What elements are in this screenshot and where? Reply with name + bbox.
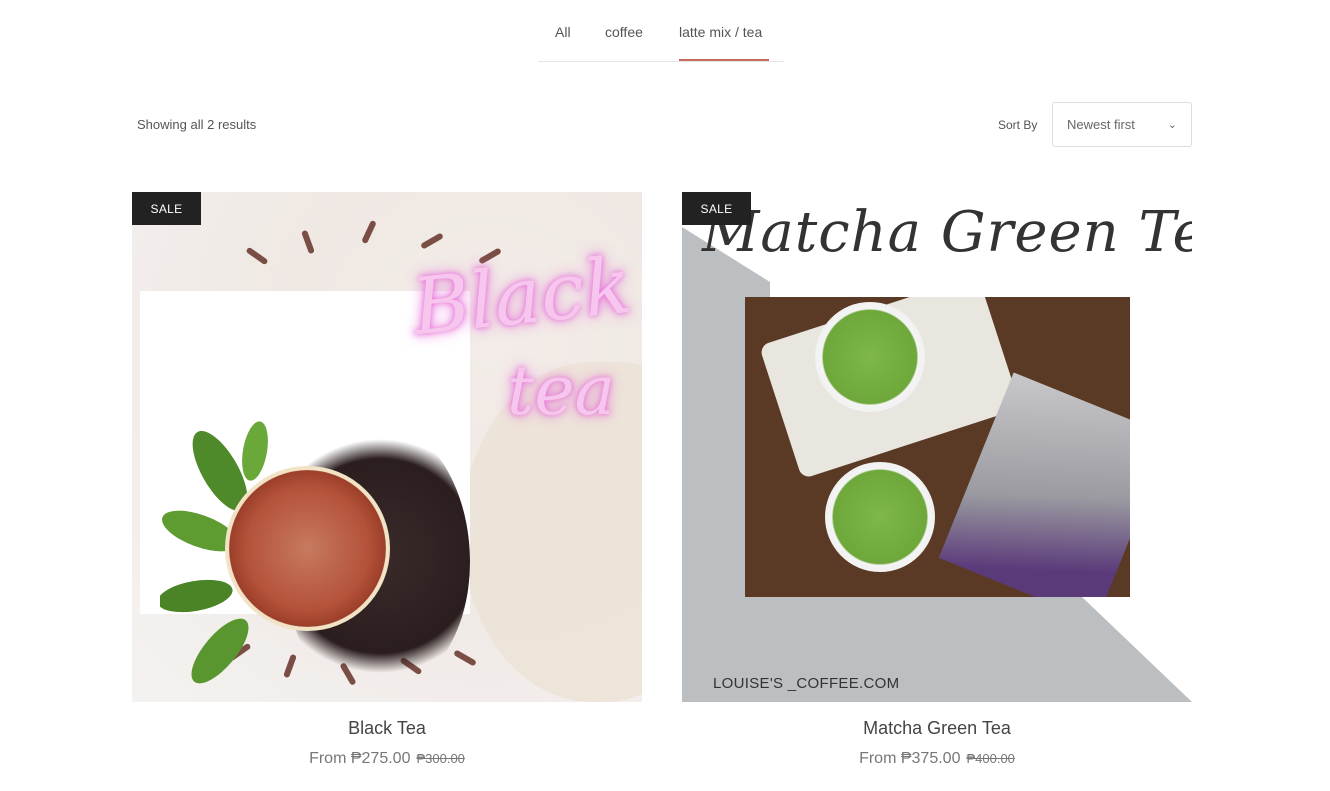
current-price: From ₱275.00 bbox=[309, 750, 411, 767]
results-count: Showing all 2 results bbox=[137, 117, 257, 132]
current-price: From ₱375.00 bbox=[859, 750, 961, 767]
product-name[interactable]: Matcha Green Tea bbox=[682, 718, 1192, 739]
sort-selected-value: Newest first bbox=[1067, 117, 1135, 132]
tab-latte-mix-tea[interactable]: latte mix / tea bbox=[679, 24, 762, 40]
sort-select[interactable]: Newest first ⌄ bbox=[1052, 102, 1192, 147]
matcha-photo bbox=[745, 297, 1130, 597]
product-card: Matcha Green Tea LOUISE'S _COFFEE.COM SA… bbox=[682, 192, 1192, 768]
image-overlay-text: Matcha Green Tea bbox=[702, 200, 1192, 265]
matcha-cup bbox=[815, 302, 925, 412]
sale-badge: SALE bbox=[682, 192, 751, 225]
original-price: ₱400.00 bbox=[966, 751, 1015, 766]
chevron-down-icon: ⌄ bbox=[1167, 119, 1177, 131]
product-card: Black tea SALE Black Tea From ₱275.00 ₱30… bbox=[132, 192, 642, 768]
active-tab-indicator bbox=[679, 59, 769, 61]
product-price: From ₱275.00 ₱300.00 bbox=[132, 750, 642, 768]
product-price: From ₱375.00 ₱400.00 bbox=[682, 750, 1192, 768]
tab-coffee[interactable]: coffee bbox=[605, 24, 643, 40]
product-image[interactable]: Matcha Green Tea LOUISE'S _COFFEE.COM SA… bbox=[682, 192, 1192, 702]
sale-badge: SALE bbox=[132, 192, 201, 225]
sort-label: Sort By bbox=[998, 118, 1038, 132]
product-name[interactable]: Black Tea bbox=[132, 718, 642, 739]
matcha-cup bbox=[825, 462, 935, 572]
product-image[interactable]: Black tea SALE bbox=[132, 192, 642, 702]
tab-all[interactable]: All bbox=[555, 24, 571, 40]
category-tabs: All coffee latte mix / tea bbox=[538, 0, 784, 62]
image-footer-text: LOUISE'S _COFFEE.COM bbox=[713, 675, 900, 692]
original-price: ₱300.00 bbox=[416, 751, 465, 766]
image-overlay-text: Black tea bbox=[407, 240, 636, 431]
tea-cup bbox=[225, 466, 390, 631]
